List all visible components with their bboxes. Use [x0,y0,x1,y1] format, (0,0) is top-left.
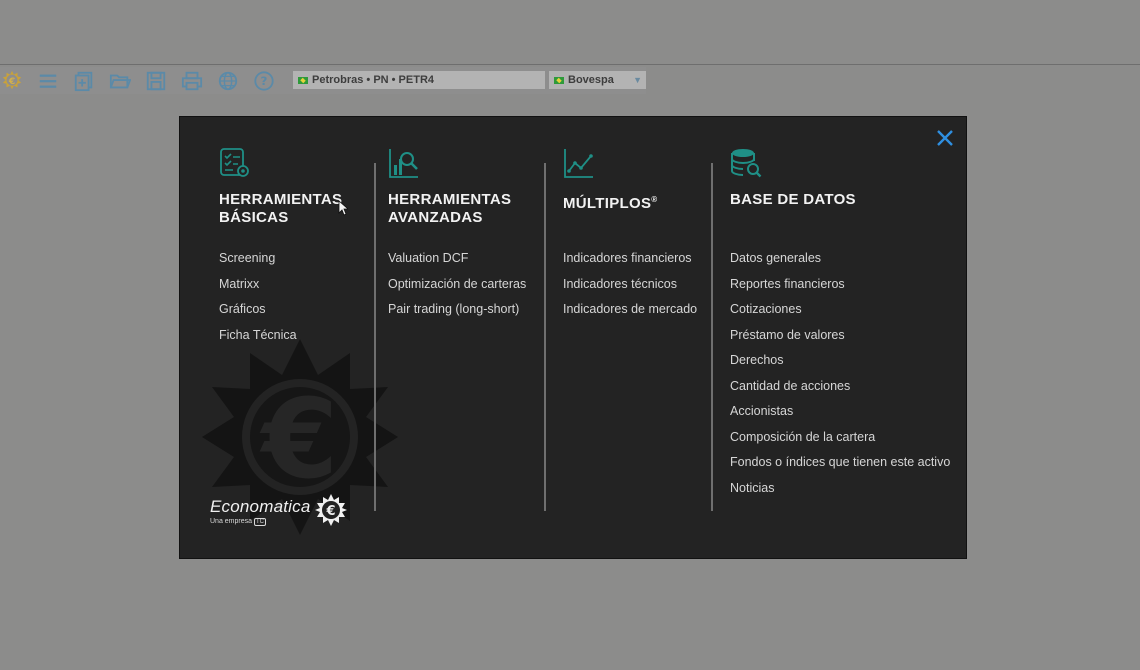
menu-item-graficos[interactable]: Gráficos [219,300,342,326]
menu-button[interactable] [34,69,62,93]
menu-item-composicion-cartera[interactable]: Composición de la cartera [730,428,950,454]
new-document-icon [74,71,93,91]
tools-menu-dialog: € HERRAMIENTAS BÁSICAS Screening Matrixx… [179,116,967,559]
chevron-down-icon[interactable]: ▼ [633,75,642,85]
column-title: HERRAMIENTAS AVANZADAS [388,191,512,226]
menu-item-cantidad-acciones[interactable]: Cantidad de acciones [730,377,950,403]
chart-magnifier-icon [389,149,418,178]
brand-name: Economatica [210,497,311,516]
column-multiplos: MÚLTIPLOS® Indicadores financieros Indic… [563,147,697,326]
brand-block: Economatica Una empresa TC € [210,494,347,526]
checklist-gear-icon [220,148,249,177]
menu-item-noticias[interactable]: Noticias [730,479,950,505]
market-selector[interactable]: Bovespa ▼ [549,71,646,89]
menu-item-ficha-tecnica[interactable]: Ficha Técnica [219,326,342,352]
save-button[interactable] [142,69,170,93]
brazil-flag-icon [554,76,564,84]
brand-tagline: Una empresa TC [210,518,310,526]
web-button[interactable] [214,69,242,93]
menu-item-accionistas[interactable]: Accionistas [730,402,950,428]
print-button[interactable] [178,69,206,93]
close-button[interactable] [936,129,954,147]
market-selector-value: Bovespa [568,74,614,86]
menu-item-prestamo-valores[interactable]: Préstamo de valores [730,326,950,352]
menu-item-screening[interactable]: Screening [219,249,342,275]
menu-item-reportes-financieros[interactable]: Reportes financieros [730,275,950,301]
menu-item-derechos[interactable]: Derechos [730,351,950,377]
brand-tagline-text: Una empresa [210,518,253,525]
column-title-text: MÚLTIPLOS [563,195,652,212]
column-base-de-datos: BASE DE DATOS Datos generales Reportes f… [730,147,950,504]
line-chart-icon [564,149,593,178]
menu-item-optimizacion-carteras[interactable]: Optimización de carteras [388,275,526,301]
menu-item-indicadores-financieros[interactable]: Indicadores financieros [563,249,697,275]
registered-mark: ® [651,195,658,204]
print-icon [181,71,203,90]
economatica-brand-logo-icon: € [315,494,347,526]
menu-item-cotizaciones[interactable]: Cotizaciones [730,300,950,326]
help-button[interactable]: ? [250,69,278,93]
help-icon: ? [254,70,274,91]
column-herramientas-basicas: HERRAMIENTAS BÁSICAS Screening Matrixx G… [219,147,342,351]
menu-item-matrixx[interactable]: Matrixx [219,275,342,301]
open-folder-icon [109,74,131,88]
close-icon [937,130,953,146]
asset-selector[interactable]: Petrobras • PN • PETR4 [293,71,545,89]
mouse-cursor-icon [338,200,348,216]
menu-item-pair-trading[interactable]: Pair trading (long-short) [388,300,526,326]
brand-tagline-badge: TC [253,518,266,526]
economatica-logo-icon: € [2,70,22,89]
svg-text:?: ? [261,74,268,88]
column-divider [544,163,546,511]
open-button[interactable] [106,69,134,93]
menu-item-indicadores-tecnicos[interactable]: Indicadores técnicos [563,275,697,301]
globe-icon [218,71,238,90]
svg-text:€: € [8,75,15,86]
column-divider [711,163,713,511]
window-top-border [0,64,1140,65]
brazil-flag-icon [298,76,308,84]
menu-item-fondos-indices[interactable]: Fondos o índices que tienen este activo [730,453,950,479]
menu-item-indicadores-mercado[interactable]: Indicadores de mercado [563,300,697,326]
menu-item-datos-generales[interactable]: Datos generales [730,249,950,275]
column-divider [374,163,376,511]
database-search-icon [731,149,762,178]
menu-icon [39,74,57,88]
column-title: HERRAMIENTAS BÁSICAS [219,191,343,226]
column-title: MÚLTIPLOS® [563,191,697,231]
column-herramientas-avanzadas: HERRAMIENTAS AVANZADAS Valuation DCF Opt… [388,147,526,326]
asset-selector-value: Petrobras • PN • PETR4 [312,74,435,86]
save-icon [146,71,166,90]
menu-item-valuation-dcf[interactable]: Valuation DCF [388,249,526,275]
svg-text:€: € [325,504,335,519]
new-document-button[interactable] [70,69,98,93]
svg-text:€: € [259,375,339,503]
economatica-logo-button[interactable]: € [0,69,24,93]
column-title: BASE DE DATOS [730,191,856,208]
